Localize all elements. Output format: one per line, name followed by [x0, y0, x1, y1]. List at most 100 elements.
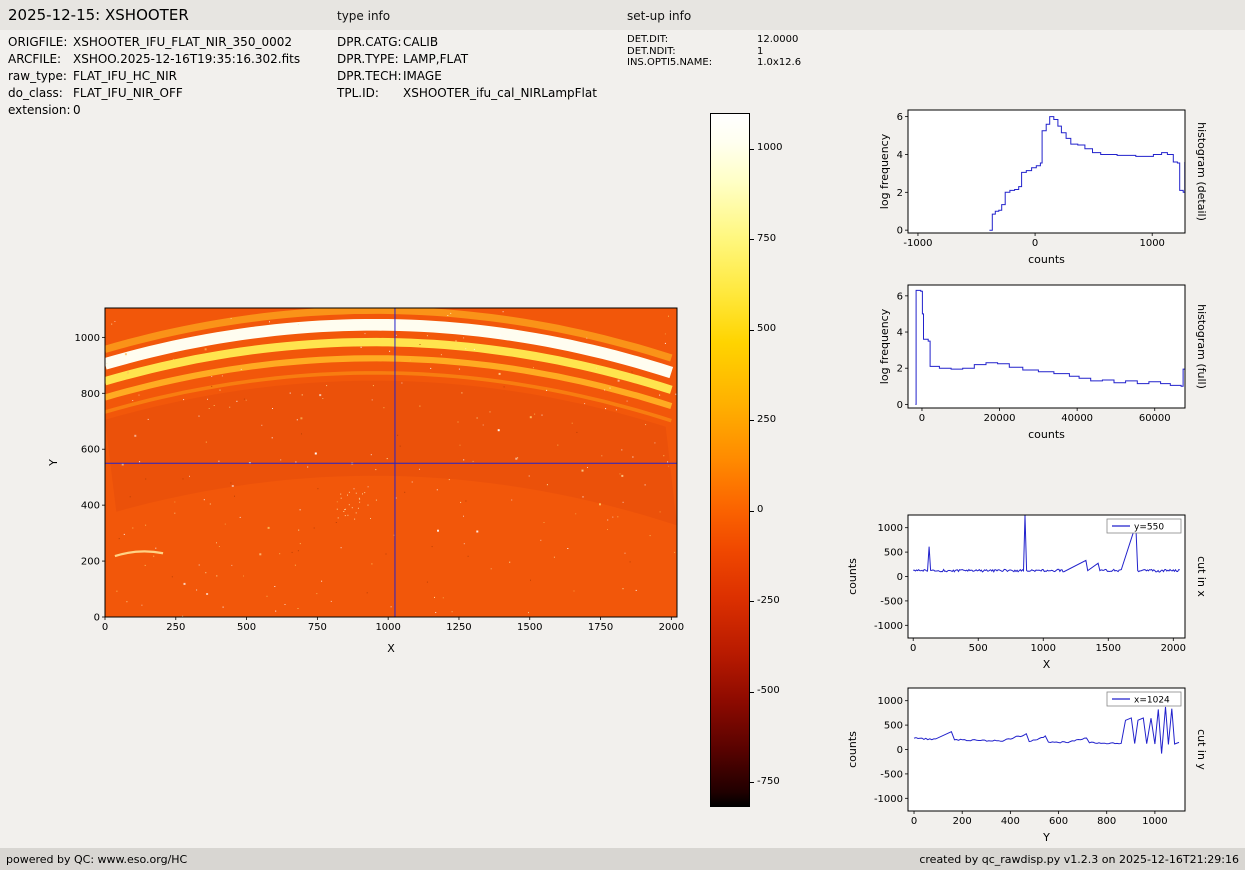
- info-row: DPR.CATG:CALIB: [337, 34, 597, 51]
- x-tick-label: 20000: [984, 413, 1016, 424]
- x-axis-label: counts: [1028, 428, 1065, 441]
- x-tick-label: 0: [919, 413, 925, 424]
- x-tick-label: 1500: [1096, 643, 1121, 654]
- colorbar-tick-label: 250: [757, 414, 776, 425]
- y-tick-label: -1000: [874, 794, 903, 805]
- type-info-heading: type info: [337, 9, 390, 23]
- x-tick-label: 500: [969, 643, 988, 654]
- y-tick-label: -1000: [874, 621, 903, 632]
- info-value: FLAT_IFU_NIR_OFF: [73, 86, 183, 100]
- y-tick-label: 6: [897, 112, 903, 123]
- info-label: DPR.TECH:: [337, 68, 403, 85]
- histogram-detail-plot: -1000010000246countslog frequencyhistogr…: [840, 95, 1242, 280]
- y-tick-label: 1000: [75, 333, 100, 344]
- plot-background: [908, 688, 1185, 811]
- info-label: DPR.TYPE:: [337, 51, 403, 68]
- setup-info-list: DET.DIT:12.0000DET.NDIT:1INS.OPTI5.NAME:…: [627, 34, 801, 69]
- info-row: DET.DIT:12.0000: [627, 34, 801, 46]
- y-tick-label: 2: [897, 364, 903, 375]
- x-tick-label: 1000: [1139, 238, 1164, 249]
- x-tick-label: 2000: [659, 622, 684, 633]
- plot-background: [908, 285, 1185, 408]
- info-label: INS.OPTI5.NAME:: [627, 57, 757, 69]
- footer-left-text: powered by QC: www.eso.org/HC: [6, 853, 187, 866]
- page-title: 2025-12-15: XSHOOTER: [8, 6, 189, 24]
- x-tick-label: 1250: [446, 622, 471, 633]
- info-label: do_class:: [8, 85, 73, 102]
- x-tick-label: 1750: [588, 622, 613, 633]
- file-info-list: ORIGFILE:XSHOOTER_IFU_FLAT_NIR_350_0002A…: [8, 34, 300, 119]
- info-value: 0: [73, 103, 81, 117]
- x-tick-label: 400: [1001, 816, 1020, 827]
- detector_image-svg: 0250500750100012501500175020000200400600…: [40, 295, 700, 675]
- y-axis-label: log frequency: [878, 308, 891, 384]
- x-tick-label: 250: [166, 622, 185, 633]
- x-tick-label: 1000: [375, 622, 400, 633]
- legend-label: x=1024: [1134, 696, 1170, 706]
- footer-right-text: created by qc_rawdisp.py v1.2.3 on 2025-…: [919, 853, 1239, 866]
- y-tick-label: 4: [897, 150, 903, 161]
- colorbar-tick: [750, 239, 754, 240]
- x-tick-label: -1000: [903, 238, 932, 249]
- y-axis-label: counts: [846, 731, 859, 768]
- info-label: DET.DIT:: [627, 34, 757, 46]
- x-tick-label: 600: [1049, 816, 1068, 827]
- colorbar-tick: [750, 511, 754, 512]
- x-axis-label: counts: [1028, 253, 1065, 266]
- info-label: ARCFILE:: [8, 51, 73, 68]
- type-info-list: DPR.CATG:CALIBDPR.TYPE:LAMP,FLATDPR.TECH…: [337, 34, 597, 102]
- info-value: XSHOOTER_IFU_FLAT_NIR_350_0002: [73, 35, 292, 49]
- right-axis-label: cut in x: [1195, 556, 1208, 597]
- y-axis-label: Y: [47, 459, 60, 467]
- y-tick-label: 0: [94, 613, 100, 624]
- cut-in-y-plot: 02004006008001000-1000-50005001000Ycount…: [840, 673, 1242, 858]
- info-value: XSHOO.2025-12-16T19:35:16.302.fits: [73, 52, 300, 66]
- right-axis-label: histogram (full): [1195, 304, 1208, 389]
- colorbar-tick: [750, 601, 754, 602]
- info-row: DET.NDIT:1: [627, 46, 801, 58]
- legend-label: y=550: [1134, 523, 1164, 533]
- colorbar-tick-label: -750: [757, 776, 780, 787]
- colorbar-tick-label: 0: [757, 504, 763, 515]
- legend: x=1024: [1107, 692, 1181, 706]
- cut_in_y-svg: 02004006008001000-1000-50005001000Ycount…: [840, 673, 1242, 858]
- colorbar-tick-label: -250: [757, 595, 780, 606]
- y-tick-label: 400: [81, 501, 100, 512]
- info-label: DPR.CATG:: [337, 34, 403, 51]
- info-row: DPR.TYPE:LAMP,FLAT: [337, 51, 597, 68]
- x-tick-label: 1000: [1142, 816, 1167, 827]
- info-row: INS.OPTI5.NAME:1.0x12.6: [627, 57, 801, 69]
- x-tick-label: 60000: [1139, 413, 1171, 424]
- y-tick-label: 1000: [878, 523, 903, 534]
- y-tick-label: -500: [880, 596, 903, 607]
- colorbar-tick: [750, 330, 754, 331]
- info-label: DET.NDIT:: [627, 46, 757, 58]
- colorbar-tick: [750, 420, 754, 421]
- colorbar-tick: [750, 149, 754, 150]
- x-tick-label: 0: [910, 643, 916, 654]
- x-tick-label: 750: [308, 622, 327, 633]
- setup-info-heading: set-up info: [627, 9, 691, 23]
- cut-in-x-plot: 0500100015002000-1000-50005001000Xcounts…: [840, 500, 1242, 685]
- x-tick-label: 40000: [1061, 413, 1093, 424]
- right-axis-label: histogram (detail): [1195, 122, 1208, 221]
- x-tick-label: 500: [237, 622, 256, 633]
- footer-bar: powered by QC: www.eso.org/HC created by…: [0, 848, 1245, 870]
- info-label: ORIGFILE:: [8, 34, 73, 51]
- info-row: do_class:FLAT_IFU_NIR_OFF: [8, 85, 300, 102]
- plot-area: [105, 308, 677, 619]
- y-tick-label: 1000: [878, 696, 903, 707]
- colorbar-tick-label: 750: [757, 233, 776, 244]
- info-value: LAMP,FLAT: [403, 52, 468, 66]
- y-tick-label: 0: [897, 745, 903, 756]
- y-tick-label: 500: [884, 548, 903, 559]
- x-tick-label: 1500: [517, 622, 542, 633]
- y-axis-label: log frequency: [878, 133, 891, 209]
- info-value: 12.0000: [757, 34, 798, 45]
- info-value: 1.0x12.6: [757, 57, 801, 68]
- x-tick-label: 2000: [1161, 643, 1186, 654]
- x-tick-label: 200: [953, 816, 972, 827]
- y-tick-label: 4: [897, 328, 903, 339]
- colorbar-tick: [750, 692, 754, 693]
- plot-background: [908, 515, 1185, 638]
